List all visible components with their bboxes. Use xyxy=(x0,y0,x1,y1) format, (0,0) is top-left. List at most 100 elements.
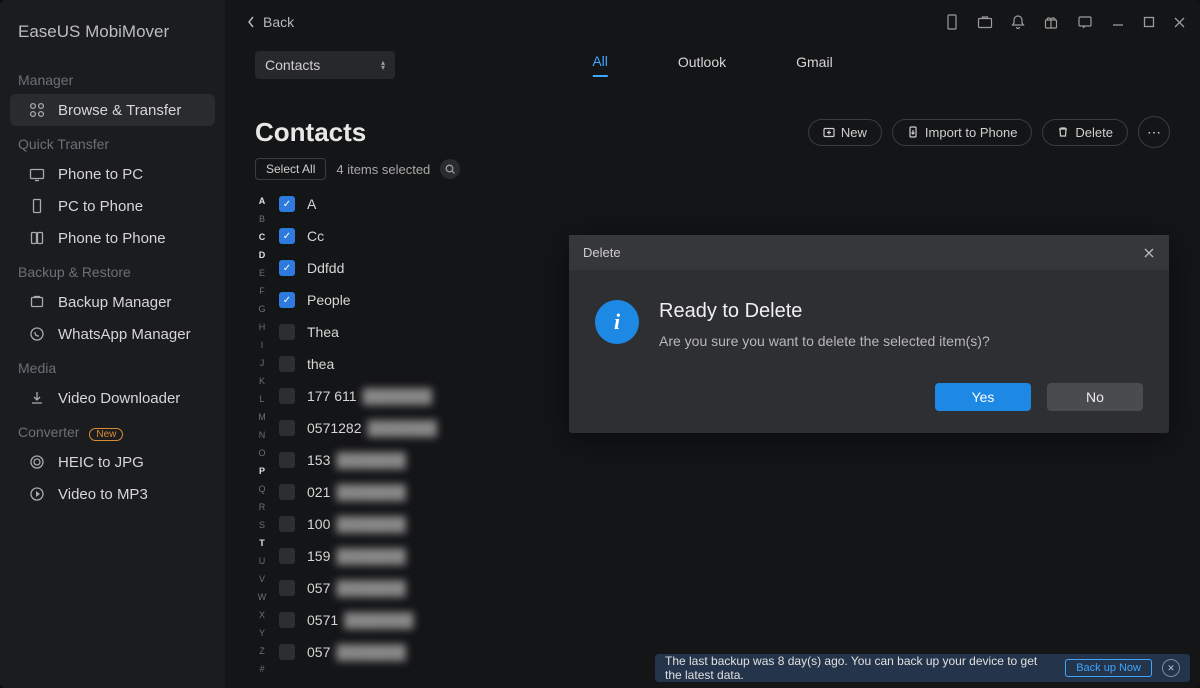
contact-row[interactable]: 100███████ xyxy=(279,508,1170,540)
alpha-letter[interactable]: G xyxy=(258,300,265,318)
app-brand: EaseUS MobiMover xyxy=(0,16,225,62)
more-button[interactable]: ⋯ xyxy=(1138,116,1170,148)
alpha-letter[interactable]: Z xyxy=(259,642,265,660)
contact-row[interactable]: A xyxy=(279,188,1170,220)
tab-all[interactable]: All xyxy=(592,53,608,77)
pc-to-phone-icon xyxy=(28,197,46,215)
alpha-letter[interactable]: Q xyxy=(258,480,265,498)
close-button[interactable] xyxy=(1173,16,1186,29)
contact-name: 177 611 xyxy=(307,388,357,404)
bell-icon[interactable] xyxy=(1011,14,1025,30)
alpha-letter[interactable]: I xyxy=(261,336,264,354)
alpha-letter[interactable]: H xyxy=(259,318,266,336)
alpha-letter[interactable]: M xyxy=(258,408,266,426)
contact-checkbox[interactable] xyxy=(279,388,295,404)
alpha-letter[interactable]: N xyxy=(259,426,266,444)
backup-now-button[interactable]: Back up Now xyxy=(1065,659,1152,677)
device-icon[interactable] xyxy=(945,14,959,30)
select-all-button[interactable]: Select All xyxy=(255,158,326,180)
alpha-letter[interactable]: X xyxy=(259,606,265,624)
contact-checkbox[interactable] xyxy=(279,644,295,660)
sidebar-item-heic-to-jpg[interactable]: HEIC to JPG xyxy=(10,446,215,478)
alpha-letter[interactable]: T xyxy=(259,534,265,552)
contact-name: People xyxy=(307,292,351,308)
contact-name: A xyxy=(307,196,316,212)
sidebar-item-label: Video to MP3 xyxy=(58,486,203,503)
page-title: Contacts xyxy=(255,117,366,148)
contact-checkbox[interactable] xyxy=(279,292,295,308)
sidebar-item-browse-transfer[interactable]: Browse & Transfer xyxy=(10,94,215,126)
alpha-letter[interactable]: W xyxy=(258,588,267,606)
tab-outlook[interactable]: Outlook xyxy=(678,54,726,76)
contact-checkbox[interactable] xyxy=(279,612,295,628)
contact-checkbox[interactable] xyxy=(279,196,295,212)
contact-row[interactable]: 057███████ xyxy=(279,572,1170,604)
redacted-text: ███████ xyxy=(344,612,413,628)
alpha-letter[interactable]: J xyxy=(260,354,265,372)
modal-close-button[interactable] xyxy=(1143,247,1155,259)
alpha-letter[interactable]: R xyxy=(259,498,266,516)
modal-no-button[interactable]: No xyxy=(1047,383,1143,411)
modal-title: Delete xyxy=(583,245,621,260)
alpha-letter[interactable]: K xyxy=(259,372,265,390)
new-button[interactable]: New xyxy=(808,119,882,146)
search-button[interactable] xyxy=(440,159,460,179)
minimize-button[interactable] xyxy=(1111,15,1125,29)
alpha-letter[interactable]: F xyxy=(259,282,265,300)
contact-checkbox[interactable] xyxy=(279,260,295,276)
phone-to-pc-icon xyxy=(28,165,46,183)
alpha-letter[interactable]: L xyxy=(259,390,264,408)
alpha-letter[interactable]: P xyxy=(259,462,265,480)
alpha-letter[interactable]: O xyxy=(258,444,265,462)
contact-row[interactable]: 0571███████ xyxy=(279,604,1170,636)
contact-checkbox[interactable] xyxy=(279,324,295,340)
contact-checkbox[interactable] xyxy=(279,548,295,564)
contact-checkbox[interactable] xyxy=(279,484,295,500)
contact-checkbox[interactable] xyxy=(279,356,295,372)
contact-row[interactable]: 159███████ xyxy=(279,540,1170,572)
sidebar-item-phone-to-phone[interactable]: Phone to Phone xyxy=(10,222,215,254)
sidebar-item-phone-to-pc[interactable]: Phone to PC xyxy=(10,158,215,190)
category-select[interactable]: Contacts ▴▾ xyxy=(255,51,395,79)
redacted-text: ███████ xyxy=(336,452,405,468)
toolbox-icon[interactable] xyxy=(977,15,993,29)
alpha-letter[interactable]: S xyxy=(259,516,265,534)
contact-checkbox[interactable] xyxy=(279,228,295,244)
contact-checkbox[interactable] xyxy=(279,516,295,532)
redacted-text: ███████ xyxy=(336,484,405,500)
sidebar-item-label: HEIC to JPG xyxy=(58,454,203,471)
sidebar-item-video-to-mp3[interactable]: Video to MP3 xyxy=(10,478,215,510)
alpha-letter[interactable]: E xyxy=(259,264,265,282)
alpha-index[interactable]: ABCDEFGHIJKLMNOPQRSTUVWXYZ# xyxy=(255,188,269,688)
sidebar-item-whatsapp-manager[interactable]: WhatsApp Manager xyxy=(10,318,215,350)
alpha-letter[interactable]: A xyxy=(259,192,266,210)
banner-close-button[interactable]: ✕ xyxy=(1162,659,1180,677)
import-button[interactable]: Import to Phone xyxy=(892,119,1033,146)
alpha-letter[interactable]: C xyxy=(259,228,266,246)
contact-name: 0571282 xyxy=(307,420,362,436)
tab-gmail[interactable]: Gmail xyxy=(796,54,833,76)
maximize-button[interactable] xyxy=(1143,16,1155,28)
items-selected-text: 4 items selected xyxy=(336,162,430,177)
sidebar-item-video-downloader[interactable]: Video Downloader xyxy=(10,382,215,414)
contact-checkbox[interactable] xyxy=(279,580,295,596)
alpha-letter[interactable]: Y xyxy=(259,624,265,642)
gift-icon[interactable] xyxy=(1043,14,1059,30)
new-icon xyxy=(823,126,835,138)
delete-button[interactable]: Delete xyxy=(1042,119,1128,146)
sidebar-item-pc-to-phone[interactable]: PC to Phone xyxy=(10,190,215,222)
contact-row[interactable]: 153███████ xyxy=(279,444,1170,476)
contact-name: 057 xyxy=(307,644,330,660)
modal-yes-button[interactable]: Yes xyxy=(935,383,1031,411)
contact-checkbox[interactable] xyxy=(279,452,295,468)
contact-checkbox[interactable] xyxy=(279,420,295,436)
contact-row[interactable]: 021███████ xyxy=(279,476,1170,508)
alpha-letter[interactable]: B xyxy=(259,210,265,228)
alpha-letter[interactable]: U xyxy=(259,552,266,570)
feedback-icon[interactable] xyxy=(1077,15,1093,29)
alpha-letter[interactable]: D xyxy=(259,246,266,264)
alpha-letter[interactable]: # xyxy=(259,660,264,678)
alpha-letter[interactable]: V xyxy=(259,570,265,588)
back-button[interactable]: Back xyxy=(239,10,302,34)
sidebar-item-backup-manager[interactable]: Backup Manager xyxy=(10,286,215,318)
